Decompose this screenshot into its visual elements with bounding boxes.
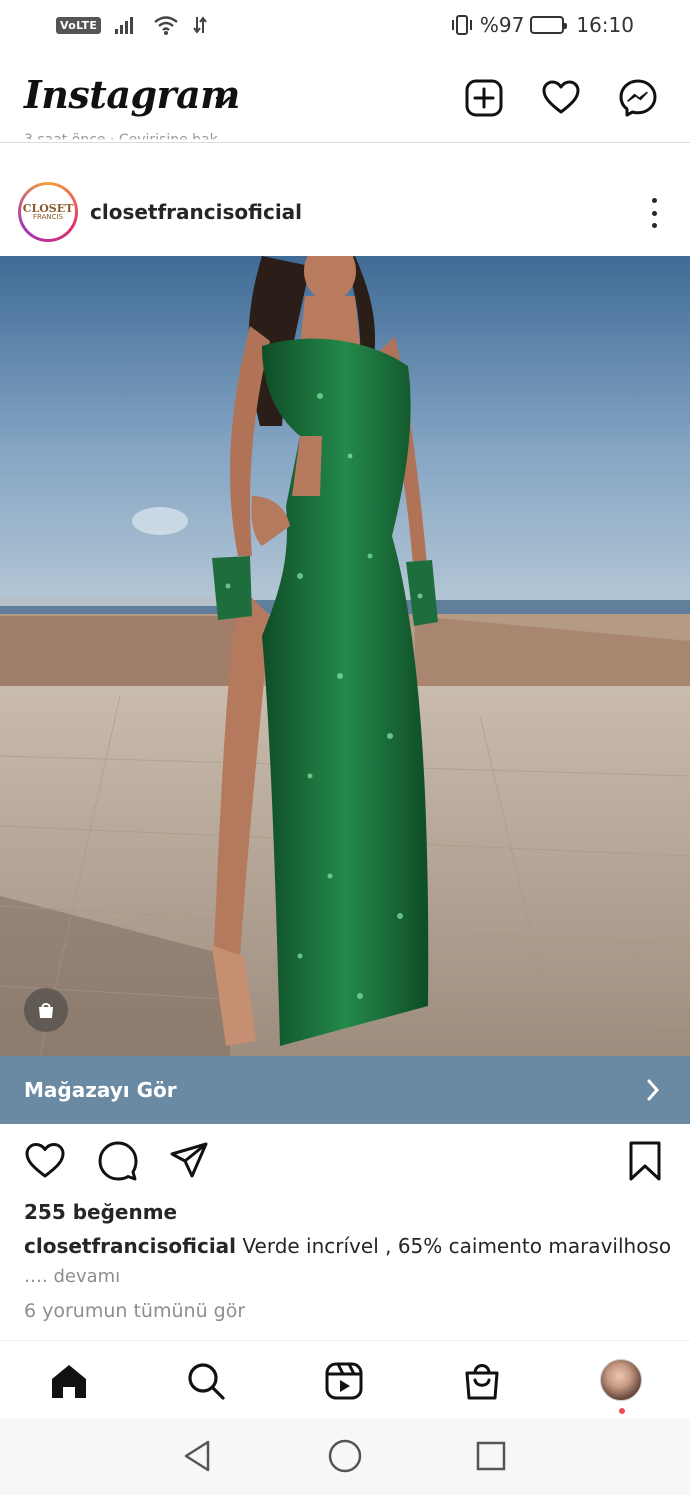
signal-icon — [115, 17, 134, 34]
home-icon[interactable] — [49, 1361, 89, 1401]
messenger-icon[interactable] — [618, 78, 658, 118]
search-icon[interactable] — [186, 1361, 226, 1401]
wifi-icon — [154, 16, 178, 35]
caption-text: Verde incrível , 65% caimento maravilhos… — [242, 1234, 674, 1258]
like-icon[interactable] — [24, 1140, 66, 1182]
more-options-icon[interactable] — [644, 198, 664, 228]
chevron-right-icon — [647, 1079, 660, 1101]
data-activity-icon — [193, 16, 207, 34]
heart-icon[interactable] — [541, 78, 581, 118]
reels-icon[interactable] — [324, 1361, 364, 1401]
post-actions — [0, 1140, 690, 1184]
system-nav-bar — [0, 1418, 690, 1495]
view-store-bar[interactable]: Mağazayı Gör — [0, 1056, 690, 1124]
header-divider — [0, 142, 690, 143]
battery-icon — [530, 16, 568, 34]
avatar-logo-line2: FRANCIS — [32, 213, 64, 221]
shop-icon[interactable] — [462, 1361, 502, 1401]
instagram-logo[interactable]: Instagram — [24, 72, 240, 117]
volte-badge: VoLTE — [56, 16, 102, 34]
profile-avatar[interactable] — [600, 1359, 642, 1401]
app-header: Instagram — [0, 60, 690, 140]
status-left: VoLTE — [56, 14, 207, 36]
bookmark-icon[interactable] — [624, 1140, 666, 1182]
photo-illustration — [0, 256, 690, 1056]
new-post-icon[interactable] — [464, 78, 504, 118]
avatar-logo: CLOSET FRANCIS — [21, 185, 75, 239]
previous-post-remnant: 3 saat önce · Çevirisine bak — [24, 132, 218, 148]
vibrate-icon — [451, 15, 472, 35]
bottom-nav — [0, 1340, 690, 1418]
post-username[interactable]: closetfrancisoficial — [90, 200, 302, 224]
share-icon[interactable] — [168, 1140, 210, 1182]
chevron-down-icon[interactable] — [212, 90, 234, 112]
likes-count[interactable]: 255 beğenme — [24, 1200, 177, 1224]
status-bar: VoLTE %97 16:10 — [0, 0, 690, 52]
shopping-tag-icon[interactable] — [24, 988, 68, 1032]
notification-dot — [619, 1408, 625, 1414]
recents-icon[interactable] — [473, 1438, 509, 1474]
comment-icon[interactable] — [97, 1140, 139, 1182]
clock: 16:10 — [576, 13, 634, 37]
status-right: %97 16:10 — [450, 13, 634, 37]
view-store-label: Mağazayı Gör — [24, 1078, 177, 1102]
back-icon[interactable] — [180, 1438, 216, 1474]
post-avatar[interactable]: CLOSET FRANCIS — [18, 182, 78, 242]
caption-more-link[interactable]: …. devamı — [24, 1266, 120, 1287]
post-header: CLOSET FRANCIS closetfrancisoficial — [0, 170, 690, 256]
caption-username[interactable]: closetfrancisoficial — [24, 1234, 236, 1258]
battery-percent: %97 — [479, 13, 525, 37]
home-circle-icon[interactable] — [327, 1438, 363, 1474]
view-comments-link[interactable]: 6 yorumun tümünü gör — [24, 1300, 245, 1322]
post-caption: closetfrancisoficial Verde incrível , 65… — [24, 1234, 674, 1258]
post-photo[interactable] — [0, 256, 690, 1056]
